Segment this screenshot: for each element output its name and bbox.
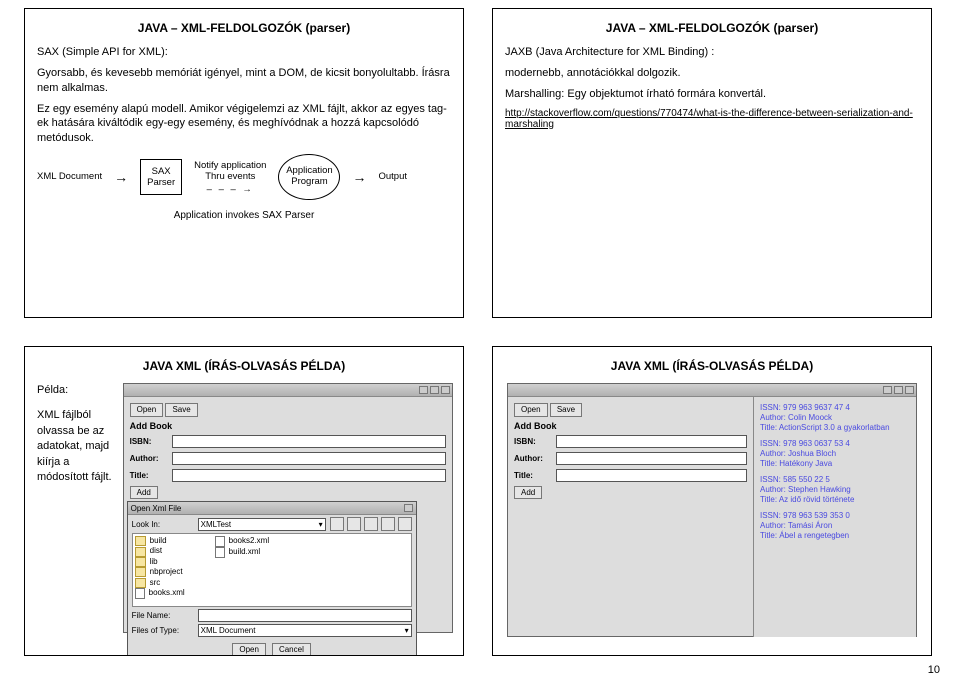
notify-label: Notify application Thru events (194, 160, 266, 182)
book-item: ISSN: 978 963 0637 53 4 Author: Joshua B… (760, 439, 910, 469)
slide-title: JAVA XML (ÍRÁS-OLVASÁS PÉLDA) (505, 359, 919, 373)
sax-heading: SAX (Simple API for XML): (37, 45, 451, 60)
isbn-label: ISBN: (130, 437, 166, 446)
save-button[interactable]: Save (550, 403, 582, 417)
file-name-label: File Name: (132, 611, 194, 620)
example-description: Példa: XML fájlból olvassa be az adatoka… (37, 383, 113, 633)
application-program-node: Application Program (278, 154, 340, 200)
book-list: ISSN: 979 963 9637 47 4 Author: Colin Mo… (760, 403, 910, 541)
file-icon (215, 547, 225, 558)
file-list[interactable]: build dist lib nbproject src books.xml b… (132, 533, 412, 607)
minimize-icon[interactable] (419, 386, 428, 394)
file-icon (215, 536, 225, 547)
folder-icon (135, 536, 146, 546)
slide-title: JAVA – XML-FELDOLGOZÓK (parser) (505, 21, 919, 35)
isbn-input[interactable] (172, 435, 446, 448)
look-in-select[interactable]: XMLTest▾ (198, 518, 326, 531)
folder-icon (135, 557, 146, 567)
output-node: Output (378, 171, 407, 182)
folder-icon (135, 547, 146, 557)
stackoverflow-link[interactable]: http://stackoverflow.com/questions/77047… (505, 108, 919, 130)
file-open-dialog: Open Xml File Look In: XMLTest▾ (127, 501, 417, 656)
close-icon[interactable] (404, 504, 413, 512)
author-input[interactable] (556, 452, 747, 465)
add-book-section: Add Book (130, 421, 446, 431)
slide-title: JAVA XML (ÍRÁS-OLVASÁS PÉLDA) (37, 359, 451, 373)
minimize-icon[interactable] (883, 386, 892, 394)
slide-jaxb: JAVA – XML-FELDOLGOZÓK (parser) JAXB (Ja… (492, 8, 932, 318)
xml-document-node: XML Document (37, 171, 102, 182)
sax-desc-1: Gyorsabb, és kevesebb memóriát igényel, … (37, 66, 451, 96)
file-icon (135, 588, 145, 599)
look-in-label: Look In: (132, 520, 194, 529)
arrow-icon: → (352, 170, 366, 184)
chevron-down-icon: ▾ (319, 520, 323, 529)
jaxb-heading: JAXB (Java Architecture for XML Binding)… (505, 45, 919, 60)
diagram-caption: Application invokes SAX Parser (37, 210, 451, 221)
title-input[interactable] (172, 469, 446, 482)
notify-arrow: Notify application Thru events – – – → (194, 160, 266, 195)
folder-icon (135, 567, 146, 577)
jaxb-desc-1: modernebb, annotációkkal dolgozik. (505, 66, 919, 81)
file-type-select[interactable]: XML Document▾ (198, 624, 412, 637)
title-label: Title: (514, 471, 550, 480)
close-icon[interactable] (905, 386, 914, 394)
detail-view-icon[interactable] (398, 517, 412, 531)
slide-example-left: JAVA XML (ÍRÁS-OLVASÁS PÉLDA) Példa: XML… (24, 346, 464, 656)
window-titlebar (508, 384, 916, 397)
sax-desc-2: Ez egy esemény alapú modell. Amikor végi… (37, 102, 451, 147)
file-type-label: Files of Type: (132, 626, 194, 635)
open-button[interactable]: Open (514, 403, 548, 417)
book-item: ISSN: 585 550 22 5 Author: Stephen Hawki… (760, 475, 910, 505)
add-button[interactable]: Add (514, 486, 542, 500)
author-input[interactable] (172, 452, 446, 465)
sax-diagram: XML Document → SAX Parser Notify applica… (37, 154, 451, 200)
page-number: 10 (928, 664, 940, 676)
new-folder-icon[interactable] (364, 517, 378, 531)
author-label: Author: (130, 454, 166, 463)
folder-icon (135, 578, 146, 588)
arrow-icon: → (114, 170, 128, 184)
window-titlebar (124, 384, 452, 397)
jaxb-desc-2: Marshalling: Egy objektumot írható formá… (505, 87, 919, 102)
isbn-input[interactable] (556, 435, 747, 448)
maximize-icon[interactable] (430, 386, 439, 394)
author-label: Author: (514, 454, 550, 463)
title-label: Title: (130, 471, 166, 480)
chevron-down-icon: ▾ (405, 626, 409, 635)
file-name-input[interactable] (198, 609, 412, 622)
isbn-label: ISBN: (514, 437, 550, 446)
example-label: Példa: (37, 383, 113, 398)
dialog-cancel-button[interactable]: Cancel (272, 643, 311, 656)
title-input[interactable] (556, 469, 747, 482)
example-text: XML fájlból olvassa be az adatokat, majd… (37, 408, 113, 485)
book-item: ISSN: 979 963 9637 47 4 Author: Colin Mo… (760, 403, 910, 433)
list-view-icon[interactable] (381, 517, 395, 531)
app-window: Open Save Add Book ISBN: Author: Title: … (507, 383, 917, 637)
close-icon[interactable] (441, 386, 450, 394)
dialog-title: Open Xml File (131, 504, 182, 513)
save-button[interactable]: Save (165, 403, 197, 417)
add-book-section: Add Book (514, 421, 747, 431)
sax-parser-node: SAX Parser (140, 159, 182, 196)
home-icon[interactable] (347, 517, 361, 531)
slide-sax-parser: JAVA – XML-FELDOLGOZÓK (parser) SAX (Sim… (24, 8, 464, 318)
book-item: ISSN: 978 963 539 353 0 Author: Tamási Á… (760, 511, 910, 541)
up-folder-icon[interactable] (330, 517, 344, 531)
slide-example-right: JAVA XML (ÍRÁS-OLVASÁS PÉLDA) Open Save … (492, 346, 932, 656)
maximize-icon[interactable] (894, 386, 903, 394)
open-button[interactable]: Open (130, 403, 164, 417)
dialog-open-button[interactable]: Open (232, 643, 266, 656)
add-button[interactable]: Add (130, 486, 158, 500)
slide-title: JAVA – XML-FELDOLGOZÓK (parser) (37, 21, 451, 35)
